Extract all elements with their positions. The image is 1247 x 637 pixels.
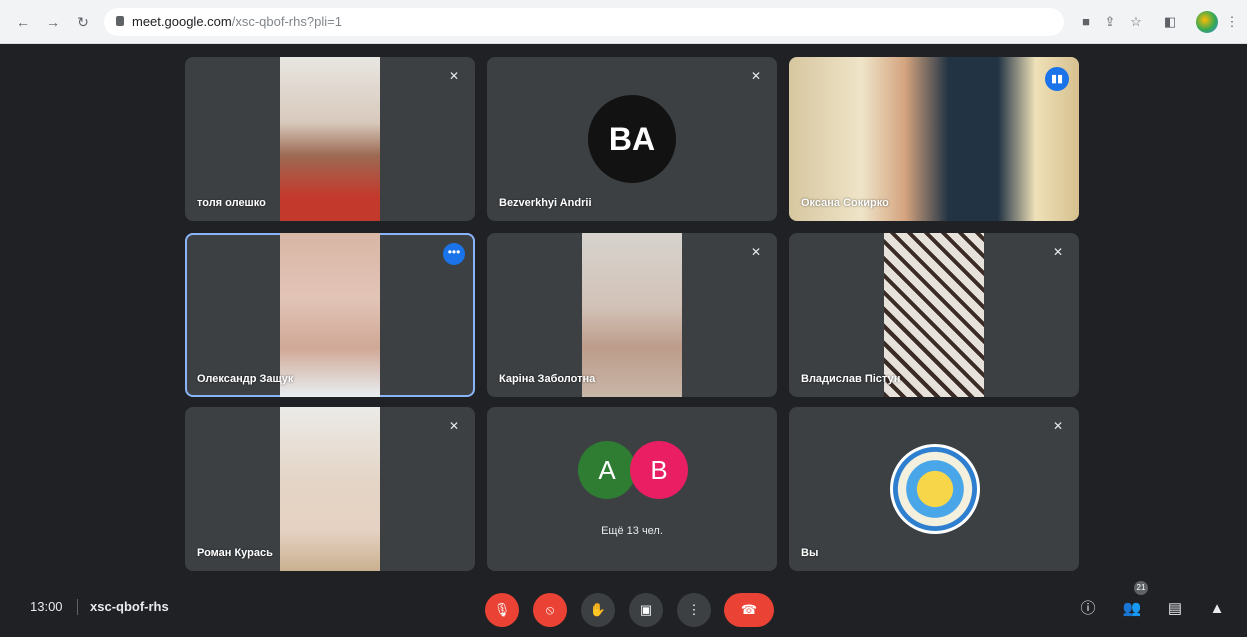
star-icon[interactable]: ☆ — [1126, 12, 1146, 32]
others-count-label: Ещё 13 чел. — [601, 525, 663, 537]
speaking-indicator-icon: ▮▮ — [1045, 67, 1069, 91]
meeting-stage: ✕ толя олешко BA ✕ Bezverkhyi Andrii ▮▮ … — [0, 44, 1247, 637]
participant-name: Оксана Сокирко — [801, 197, 889, 209]
browser-toolbar: ← → ↻ meet.google.com/xsc-qbof-rhs?pli=1… — [0, 0, 1247, 44]
more-options-button[interactable]: ⋮ — [677, 593, 711, 627]
participant-tile[interactable]: BA ✕ Bezverkhyi Andrii — [487, 57, 777, 221]
participant-avatar-b: B — [630, 441, 688, 499]
participant-tile[interactable]: ✕ толя олешко — [185, 57, 475, 221]
self-tile[interactable]: ✕ Вы — [789, 407, 1079, 571]
back-icon[interactable]: ← — [14, 13, 32, 31]
lock-icon — [116, 16, 124, 26]
participant-tile[interactable]: ▮▮ Оксана Сокирко — [789, 57, 1079, 221]
participant-name: Владислав Пістун — [801, 373, 901, 385]
url-host: meet.google.com — [132, 14, 232, 29]
participant-tile[interactable]: ✕ Каріна Заболотна — [487, 233, 777, 397]
participant-name: Олександр Защук — [197, 373, 294, 385]
share-icon[interactable]: ⇪ — [1100, 12, 1120, 32]
meeting-clock: 13:00 — [30, 599, 63, 614]
participant-video — [280, 407, 380, 571]
mic-off-icon: ✕ — [1052, 245, 1064, 259]
menu-icon[interactable]: ⋮ — [1222, 12, 1242, 32]
present-screen-button[interactable]: ▣ — [629, 593, 663, 627]
participant-tile[interactable]: ✕ Роман Курась — [185, 407, 475, 571]
profile-avatar[interactable] — [1196, 11, 1218, 33]
forward-icon[interactable]: → — [44, 13, 62, 31]
reload-icon[interactable]: ↻ — [74, 13, 92, 31]
participant-tile[interactable]: ✕ Владислав Пістун — [789, 233, 1079, 397]
url-path: /xsc-qbof-rhs?pli=1 — [231, 14, 342, 29]
separator — [77, 599, 78, 615]
chat-icon[interactable]: ▤ — [1163, 597, 1187, 621]
camera-toggle-button[interactable]: ⦸ — [533, 593, 567, 627]
mic-off-icon: ✕ — [448, 419, 460, 433]
meeting-controls: 13:00 xsc-qbof-rhs 🎙 ⦸ ✋ ▣ ⋮ ☎ ⓘ 👥 21 ▤ … — [0, 581, 1247, 637]
mic-off-icon: ✕ — [448, 69, 460, 83]
participant-count-badge: 21 — [1134, 581, 1148, 595]
mic-toggle-button[interactable]: 🎙 — [485, 593, 519, 627]
url-text: meet.google.com/xsc-qbof-rhs?pli=1 — [132, 14, 342, 29]
camera-permission-icon[interactable]: ■ — [1076, 12, 1096, 32]
raise-hand-button[interactable]: ✋ — [581, 593, 615, 627]
leave-call-button[interactable]: ☎ — [724, 593, 774, 627]
participant-name: Bezverkhyi Andrii — [499, 197, 592, 209]
participant-name: Роман Курась — [197, 547, 273, 559]
meeting-details-icon[interactable]: ⓘ — [1076, 597, 1100, 621]
participant-name: Вы — [801, 547, 819, 559]
participant-video — [582, 233, 682, 397]
school-emblem — [890, 444, 980, 534]
participant-avatar-a: A — [578, 441, 636, 499]
address-bar[interactable]: meet.google.com/xsc-qbof-rhs?pli=1 — [104, 8, 1064, 36]
people-icon[interactable]: 👥 — [1120, 597, 1144, 621]
participant-video — [280, 57, 380, 221]
meeting-code: xsc-qbof-rhs — [90, 599, 169, 614]
participant-name: толя олешко — [197, 197, 266, 209]
others-tile[interactable]: A B Ещё 13 чел. — [487, 407, 777, 571]
activities-icon[interactable]: ▲ — [1205, 597, 1229, 621]
participant-name: Каріна Заболотна — [499, 373, 596, 385]
side-panel-icon[interactable]: ◧ — [1160, 12, 1180, 32]
participant-tile[interactable]: ••• Олександр Защук — [185, 233, 475, 397]
mic-off-icon: ✕ — [750, 245, 762, 259]
mic-off-icon: ✕ — [750, 69, 762, 83]
participant-avatar: BA — [588, 95, 676, 183]
participant-video — [280, 233, 380, 397]
mic-off-icon: ✕ — [1052, 419, 1064, 433]
more-options-icon[interactable]: ••• — [443, 243, 465, 265]
